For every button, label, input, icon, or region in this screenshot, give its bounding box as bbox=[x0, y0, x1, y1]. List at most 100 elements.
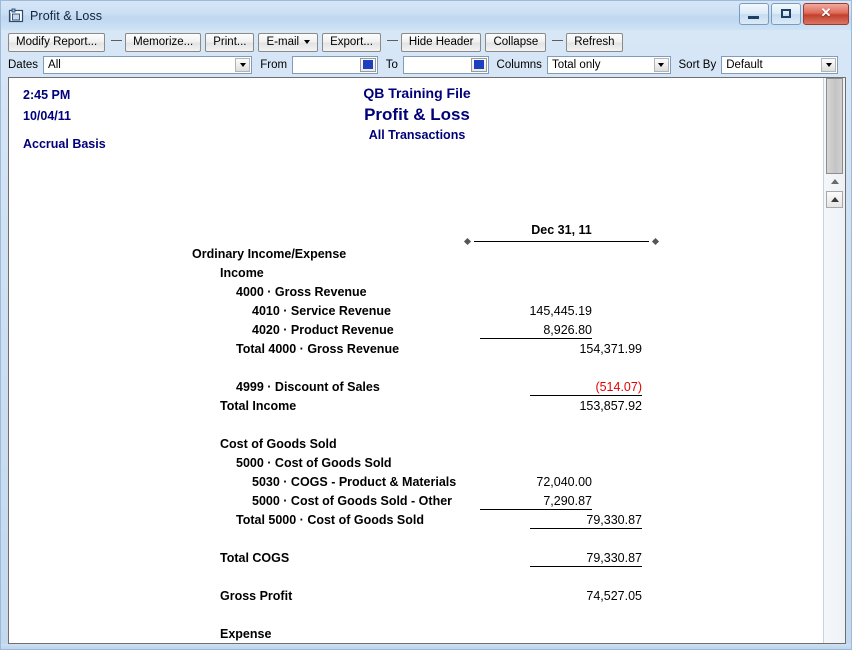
calendar-icon[interactable] bbox=[359, 57, 376, 72]
to-date-input[interactable] bbox=[402, 55, 489, 74]
chevron-down-icon bbox=[304, 40, 311, 44]
table-row[interactable]: 4000 · Gross Revenue bbox=[9, 284, 823, 303]
collapse-button[interactable]: Collapse bbox=[485, 32, 547, 52]
report-basis: Accrual Basis bbox=[23, 137, 106, 151]
column-header-label: Dec 31, 11 bbox=[531, 223, 592, 237]
row-amount[interactable]: 145,445.19 bbox=[452, 304, 592, 318]
refresh-label: Refresh bbox=[574, 35, 615, 48]
modify-report-button[interactable]: Modify Report... bbox=[8, 32, 106, 52]
table-row[interactable]: Total 4000 · Gross Revenue 154,371.99 bbox=[9, 341, 823, 360]
vertical-scrollbar[interactable] bbox=[823, 78, 845, 643]
row-label: 4010 · Service Revenue bbox=[252, 304, 391, 318]
hide-header-label: Hide Header bbox=[408, 35, 474, 48]
table-row[interactable]: Cost of Goods Sold bbox=[9, 436, 823, 455]
columns-dropdown-icon[interactable] bbox=[653, 57, 669, 72]
report-name: Profit & Loss bbox=[364, 105, 470, 124]
scroll-up-button[interactable] bbox=[826, 191, 843, 208]
column-resize-handle-right[interactable] bbox=[651, 237, 660, 246]
row-amount[interactable]: 153,857.92 bbox=[502, 399, 642, 413]
close-button[interactable]: ✕ bbox=[803, 3, 849, 25]
sort-by-dropdown-icon[interactable] bbox=[821, 57, 837, 72]
row-label: 4999 · Discount of Sales bbox=[236, 380, 380, 394]
close-icon: ✕ bbox=[820, 5, 832, 20]
report-window-icon bbox=[8, 8, 24, 24]
dates-value: All bbox=[48, 58, 61, 71]
from-date-input[interactable] bbox=[292, 55, 378, 74]
row-amount[interactable]: 79,330.87 bbox=[502, 551, 642, 567]
table-row[interactable]: 5000 · Cost of Goods Sold - Other 7,290.8… bbox=[9, 493, 823, 512]
row-amount[interactable]: 72,040.00 bbox=[452, 475, 592, 489]
column-header-rule bbox=[474, 241, 649, 242]
sort-by-value: Default bbox=[726, 58, 763, 71]
table-row-spacer bbox=[9, 569, 823, 588]
refresh-button[interactable]: Refresh bbox=[566, 32, 623, 52]
row-label: Cost of Goods Sold bbox=[220, 437, 337, 451]
table-row[interactable]: Total 5000 · Cost of Goods Sold 79,330.87 bbox=[9, 512, 823, 531]
table-row[interactable]: Income bbox=[9, 265, 823, 284]
columns-value: Total only bbox=[551, 58, 601, 71]
email-label: E-mail bbox=[266, 35, 300, 48]
column-header[interactable]: Dec 31, 11 bbox=[463, 223, 660, 246]
report-viewport: 2:45 PM 10/04/11 Accrual Basis QB Traini… bbox=[8, 77, 846, 644]
report-date: 10/04/11 bbox=[23, 109, 71, 123]
row-amount[interactable]: (514.07) bbox=[502, 380, 642, 396]
title-bar[interactable]: Profit & Loss ✕ bbox=[1, 1, 851, 30]
table-row[interactable]: 5030 · COGS - Product & Materials 72,040.… bbox=[9, 474, 823, 493]
minimize-icon bbox=[748, 16, 759, 19]
print-label: Print... bbox=[213, 35, 247, 48]
column-resize-handle-left[interactable] bbox=[463, 237, 472, 246]
table-row[interactable]: 4999 · Discount of Sales (514.07) bbox=[9, 379, 823, 398]
report-date-range: All Transactions bbox=[368, 128, 466, 142]
scrollbar-thumb[interactable] bbox=[826, 78, 843, 174]
table-row-spacer bbox=[9, 417, 823, 436]
row-label: Ordinary Income/Expense bbox=[192, 247, 347, 261]
report-meta: 2:45 PM 10/04/11 Accrual Basis bbox=[23, 85, 106, 155]
dates-dropdown-icon[interactable] bbox=[235, 57, 251, 72]
report-filter-bar: Dates All From To Columns Total only Sor… bbox=[8, 54, 846, 75]
row-amount[interactable]: 8,926.80 bbox=[452, 323, 592, 339]
row-label: Income bbox=[220, 266, 264, 280]
sort-by-select[interactable]: Default bbox=[721, 55, 839, 74]
report-canvas: 2:45 PM 10/04/11 Accrual Basis QB Traini… bbox=[9, 78, 823, 643]
columns-label: Columns bbox=[496, 58, 542, 71]
export-label: Export... bbox=[330, 35, 373, 48]
table-row-spacer bbox=[9, 607, 823, 626]
table-row-spacer bbox=[9, 531, 823, 550]
hide-header-button[interactable]: Hide Header bbox=[400, 32, 482, 52]
email-button[interactable]: E-mail bbox=[258, 32, 319, 52]
row-amount[interactable]: 79,330.87 bbox=[502, 513, 642, 529]
row-amount[interactable]: 74,527.05 bbox=[502, 589, 642, 603]
row-label: 4020 · Product Revenue bbox=[252, 323, 394, 337]
table-row[interactable]: 4010 · Service Revenue 145,445.19 bbox=[9, 303, 823, 322]
window-controls: ✕ bbox=[739, 3, 849, 25]
modify-report-label: Modify Report... bbox=[16, 35, 98, 48]
company-name: QB Training File bbox=[363, 85, 471, 101]
row-label: Gross Profit bbox=[220, 589, 293, 603]
table-row[interactable]: 5000 · Cost of Goods Sold bbox=[9, 455, 823, 474]
minimize-button[interactable] bbox=[739, 3, 769, 25]
table-row[interactable]: 4020 · Product Revenue 8,926.80 bbox=[9, 322, 823, 341]
row-label: Total 5000 · Cost of Goods Sold bbox=[236, 513, 424, 527]
row-label: 5000 · Cost of Goods Sold bbox=[236, 456, 392, 470]
report-title-block: QB Training File Profit & Loss All Trans… bbox=[257, 84, 577, 145]
from-label: From bbox=[260, 58, 288, 71]
calendar-icon[interactable] bbox=[470, 57, 487, 72]
table-row[interactable]: Expense bbox=[9, 626, 823, 643]
columns-select[interactable]: Total only bbox=[546, 55, 671, 74]
dates-label: Dates bbox=[8, 58, 39, 71]
memorize-button[interactable]: Memorize... bbox=[125, 32, 202, 52]
row-amount[interactable]: 154,371.99 bbox=[502, 342, 642, 356]
print-button[interactable]: Print... bbox=[205, 32, 255, 52]
table-row[interactable]: Gross Profit 74,527.05 bbox=[9, 588, 823, 607]
dates-select[interactable]: All bbox=[43, 55, 253, 74]
row-label: Total Income bbox=[220, 399, 297, 413]
table-row[interactable]: Ordinary Income/Expense bbox=[9, 246, 823, 265]
report-rows: Ordinary Income/Expense Income 4000 · Gros… bbox=[9, 246, 823, 643]
row-label: 5030 · COGS - Product & Materials bbox=[252, 475, 457, 489]
table-row[interactable]: Total COGS 79,330.87 bbox=[9, 550, 823, 569]
table-row-spacer bbox=[9, 360, 823, 379]
row-amount[interactable]: 7,290.87 bbox=[452, 494, 592, 510]
table-row[interactable]: Total Income 153,857.92 bbox=[9, 398, 823, 417]
export-button[interactable]: Export... bbox=[322, 32, 381, 52]
restore-button[interactable] bbox=[771, 3, 801, 25]
